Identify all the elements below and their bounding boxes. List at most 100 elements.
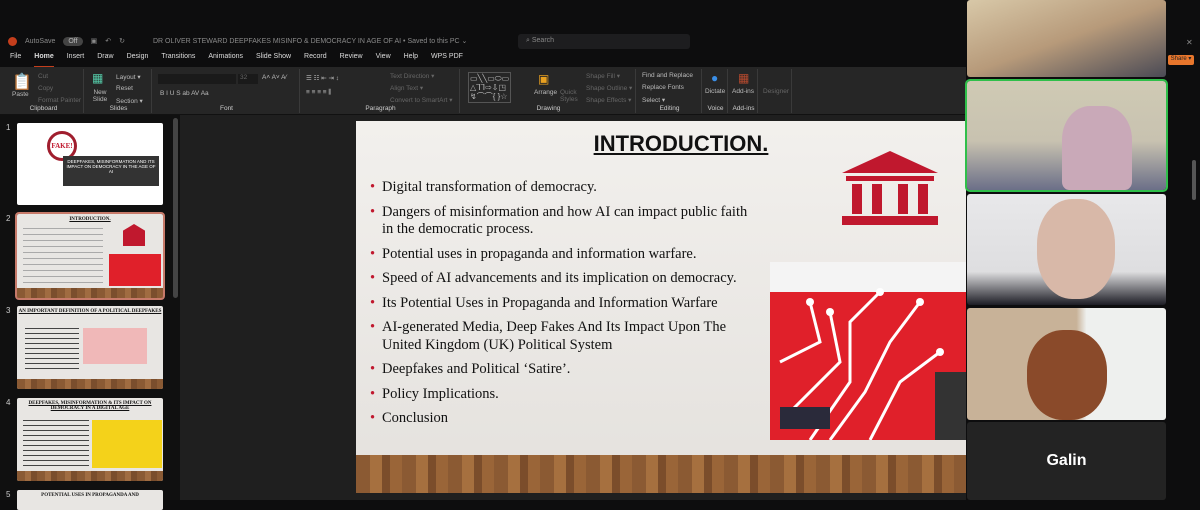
align-buttons-icon[interactable]: ≡ ≡ ≡ ≡ ⫼ [306, 89, 331, 97]
bullet-item: Potential uses in propaganda and informa… [370, 246, 760, 264]
new-slide-button[interactable]: New Slide [90, 89, 110, 103]
copy-button[interactable]: Copy [38, 85, 53, 92]
tab-animations[interactable]: Animations [208, 53, 243, 67]
shape-outline-button[interactable]: Shape Outline ▾ [586, 84, 632, 92]
slides-label: Slides [109, 105, 128, 112]
list-buttons-icon[interactable]: ☰ ☷ ⇤ ⇥ ↕ [306, 74, 339, 82]
participant-video-3[interactable] [967, 194, 1166, 305]
designer-button[interactable]: Designer [763, 88, 789, 95]
document-title[interactable]: DR OLIVER STEWARD DEEPFAKES MISINFO & DE… [153, 37, 467, 45]
voice-label: Voice [707, 105, 724, 112]
save-icon[interactable]: ▣ [91, 37, 98, 45]
format-painter-button[interactable]: Format Painter [38, 97, 81, 104]
slide-number: 2 [6, 214, 11, 223]
align-text-button[interactable]: Align Text ▾ [390, 84, 423, 92]
addins-icon[interactable]: ▦ [738, 71, 749, 85]
tab-review[interactable]: Review [340, 53, 363, 67]
powerpoint-logo-icon [8, 36, 17, 46]
slide-number: 4 [6, 398, 11, 407]
current-slide[interactable]: INTRODUCTION. Digital transformation of … [356, 121, 966, 493]
slide-number: 1 [6, 123, 11, 132]
slide-thumbnail-5[interactable]: POTENTIAL USES IN PROPAGANDA AND [17, 490, 163, 510]
tab-file[interactable]: File [10, 53, 21, 67]
arrange-button[interactable]: Arrange [534, 89, 557, 96]
slide-thumbnail-4[interactable]: DEEPFAKES, MISINFORMATION & ITS IMPACT O… [17, 398, 163, 481]
tab-slide-show[interactable]: Slide Show [256, 53, 291, 67]
editing-group: Find and Replace Replace Fonts Select ▾ … [638, 69, 702, 113]
tab-transitions[interactable]: Transitions [161, 53, 195, 67]
participant-video-2-active-speaker[interactable] [965, 79, 1168, 192]
wood-floor-background [356, 455, 966, 493]
share-button[interactable]: Share ▾ [1168, 55, 1194, 65]
tab-record[interactable]: Record [304, 53, 327, 67]
video-gallery: Galin [965, 0, 1168, 500]
cut-button[interactable]: Cut [38, 73, 48, 80]
shapes-gallery[interactable]: ▭╲╲▭⬭▭ △⅂⅂⇨⇩◳ ↯⌒⌒{ }☆ [468, 72, 512, 103]
voice-group: ● Dictate Voice [704, 69, 728, 113]
ribbon: 📋 Paste Cut Copy Format Painter Clipboar… [0, 67, 966, 115]
shape-fill-button[interactable]: Shape Fill ▾ [586, 72, 620, 80]
gallery-scrollbar[interactable] [1192, 160, 1196, 200]
editing-label: Editing [659, 105, 680, 112]
font-grow-shrink-icon[interactable]: A˄ A˅ A⁄ [262, 74, 287, 81]
shape-effects-button[interactable]: Shape Effects ▾ [586, 96, 631, 104]
font-name-select[interactable] [158, 74, 236, 84]
text-direction-button[interactable]: Text Direction ▾ [390, 72, 434, 80]
font-label: Font [219, 105, 233, 112]
paste-icon[interactable]: 📋 [12, 72, 32, 92]
reset-button[interactable]: Reset [116, 85, 133, 92]
autosave-label: AutoSave [25, 37, 56, 45]
addins-label: Add-ins [732, 105, 755, 112]
bullet-item: Speed of AI advancements and its implica… [370, 270, 760, 288]
microphone-icon[interactable]: ● [711, 71, 718, 85]
bullet-list[interactable]: Digital transformation of democracy. Dan… [370, 179, 760, 435]
tab-wps-pdf[interactable]: WPS PDF [431, 53, 463, 67]
undo-icon[interactable]: ↶ [105, 37, 111, 45]
font-style-buttons[interactable]: B I U S ab AV Aa [160, 90, 209, 97]
tab-home[interactable]: Home [34, 53, 54, 67]
thumbnail-scrollbar[interactable] [173, 118, 178, 298]
bullet-item: Dangers of misinformation and how AI can… [370, 204, 760, 239]
replace-fonts-button[interactable]: Replace Fonts [642, 84, 684, 91]
designer-group: Designer [760, 69, 792, 113]
thumb-title: DEEPFAKES, MISINFORMATION & ITS IMPACT O… [28, 401, 152, 411]
font-size-select[interactable]: 32 [238, 74, 258, 84]
search-placeholder: Search [531, 37, 555, 44]
bullet-item: AI-generated Media, Deep Fakes And Its I… [370, 319, 760, 354]
participant-video-4[interactable] [967, 308, 1166, 420]
search-input[interactable]: ⌕ Search [518, 34, 690, 49]
slides-group: ▦ New Slide Layout ▾ Reset Section ▾ Sli… [86, 69, 152, 113]
paste-button[interactable]: Paste [12, 91, 29, 98]
participant-tile-name-only[interactable]: Galin [967, 422, 1166, 500]
autosave-toggle[interactable]: Off [63, 36, 83, 46]
find-replace-button[interactable]: Find and Replace [642, 72, 693, 79]
new-slide-icon[interactable]: ▦ [92, 71, 103, 85]
smartart-button[interactable]: Convert to SmartArt ▾ [390, 96, 453, 104]
section-button[interactable]: Section ▾ [116, 97, 143, 105]
bullet-item: Its Potential Uses in Propaganda and Inf… [370, 295, 760, 313]
dictate-button[interactable]: Dictate [705, 88, 725, 95]
arrange-icon[interactable]: ▣ [538, 72, 549, 86]
slide-thumbnail-1[interactable]: FAKE! DEEPFAKES, MISINFORMATION AND ITS … [17, 123, 163, 205]
bullet-item: Deepfakes and Political ‘Satire’. [370, 361, 760, 379]
tab-insert[interactable]: Insert [67, 53, 85, 67]
font-group: 32 A˄ A˅ A⁄ B I U S ab AV Aa Font [154, 69, 300, 113]
slide-number: 3 [6, 306, 11, 315]
drawing-label: Drawing [536, 105, 561, 112]
tab-view[interactable]: View [376, 53, 391, 67]
slide-thumbnail-2[interactable]: INTRODUCTION. [15, 212, 165, 300]
title-bar: AutoSave Off ▣ ↶ ↻ DR OLIVER STEWARD DEE… [0, 30, 966, 52]
tab-draw[interactable]: Draw [97, 53, 113, 67]
select-button[interactable]: Select ▾ [642, 96, 665, 104]
close-icon[interactable]: ✕ [1186, 38, 1193, 47]
slide-thumbnail-3[interactable]: AN IMPORTANT DEFINITION OF A POLITICAL D… [17, 306, 163, 389]
participant-name: Galin [1046, 452, 1087, 469]
paragraph-group: ☰ ☷ ⇤ ⇥ ↕ ≡ ≡ ≡ ≡ ⫼ Text Direction ▾ Ali… [302, 69, 460, 113]
addins-button[interactable]: Add-ins [732, 88, 754, 95]
tab-design[interactable]: Design [127, 53, 149, 67]
redo-icon[interactable]: ↻ [119, 37, 125, 45]
quick-styles-button[interactable]: Quick Styles [560, 89, 578, 103]
layout-button[interactable]: Layout ▾ [116, 73, 141, 81]
tab-help[interactable]: Help [404, 53, 418, 67]
participant-video-1[interactable] [967, 0, 1166, 77]
